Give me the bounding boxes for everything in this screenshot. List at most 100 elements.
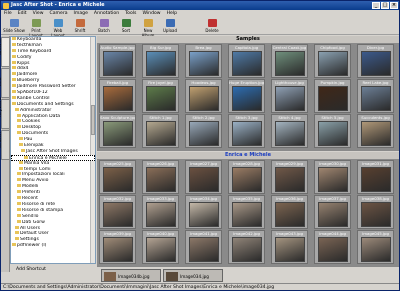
menu-edit[interactable]: Edit [15, 10, 30, 17]
delete-button[interactable]: Delete [201, 18, 223, 34]
tab-keyword[interactable]: Keyword [0, 97, 10, 129]
tree-item-label: pdfViewer (l) [17, 243, 47, 249]
album-thumbnail[interactable]: Image037.jpg [314, 195, 351, 229]
album-thumbnail[interactable]: Image035.jpg [228, 195, 265, 229]
print-layout-button[interactable]: Print Layout [25, 18, 47, 38]
album-thumbnail[interactable]: Image033.jpg [142, 195, 179, 229]
menu-window[interactable]: Window [139, 10, 163, 17]
album-thumbnail[interactable]: Image030.jpg [314, 160, 351, 194]
tab-browse[interactable]: Browse [0, 37, 10, 67]
thumbnail-caption: Diver.jpg [366, 45, 385, 50]
album-thumbnail[interactable]: Image039.jpg [99, 230, 136, 264]
preview-item[interactable]: Image034.jpg [163, 269, 223, 282]
album-thumbnail[interactable]: Image029.jpg [271, 160, 308, 194]
tree-item-label: Modelli [22, 184, 39, 190]
thumbnail-caption: Stitch 1.jpg [149, 115, 172, 120]
samples-thumbnail[interactable]: Audio Sample.jpg [99, 44, 136, 78]
samples-thumbnail[interactable]: Stitch 1.jpg [142, 114, 179, 148]
shrift-button[interactable]: Shrift [69, 18, 91, 34]
album-thumbnail[interactable]: Image045.jpg [357, 230, 394, 264]
menu-annotation[interactable]: Annotation [91, 10, 122, 17]
menu-view[interactable]: View [30, 10, 47, 17]
tree-item[interactable]: pdfViewer (l) [11, 243, 95, 249]
new-album-button[interactable]: New Album [137, 18, 159, 38]
upload-button[interactable]: Upload [159, 18, 181, 34]
samples-thumbnail[interactable]: Stitch 2.jpg [185, 114, 222, 148]
add-shortcut-button[interactable]: Add Shortcut [10, 267, 96, 273]
thumbnail-image [232, 167, 262, 192]
folder-icon [17, 213, 21, 217]
samples-thumbnail[interactable]: Huge Eruption.jpg [228, 79, 265, 113]
samples-thumbnail[interactable]: Hoodeos.jpg [185, 79, 222, 113]
album-thumbnail[interactable]: Image028.jpg [228, 160, 265, 194]
album-thumbnail[interactable]: Image038.jpg [357, 195, 394, 229]
samples-thumbnail[interactable]: Reel Lake.jpg [357, 79, 394, 113]
app-window: Jasc After Shot - Enrica e Michele _ □ ×… [0, 0, 400, 291]
maximize-icon[interactable]: □ [381, 2, 389, 9]
album-thumbnail[interactable]: Image040.jpg [142, 230, 179, 264]
menu-help[interactable]: Help [164, 10, 180, 17]
folder-icon [12, 95, 16, 99]
folder-icon [17, 131, 21, 135]
batch-button[interactable]: Batch [93, 18, 115, 34]
thumbnail-caption: Image033.jpg [147, 196, 174, 201]
folder-icon [15, 225, 19, 229]
thumbnail-image [361, 202, 391, 227]
samples-thumbnail[interactable]: Brea.jpg [185, 44, 222, 78]
sort-button[interactable]: Sort [115, 18, 137, 34]
tree-item-label: Administrator [20, 107, 52, 113]
menu-tools[interactable]: Tools [122, 10, 139, 17]
folder-icon [12, 101, 16, 105]
samples-thumbnail[interactable]: Big Sur.jpg [142, 44, 179, 78]
thumbnail-image [189, 237, 219, 262]
album-thumbnail[interactable]: Image031.jpg [357, 160, 394, 194]
album-thumbnail[interactable]: Image032.jpg [99, 195, 136, 229]
menu-file[interactable]: File [1, 10, 15, 17]
tab-search[interactable]: Search [0, 130, 10, 160]
thumbnail-caption: Audio Sample.jpg [100, 45, 135, 50]
samples-thumbnail[interactable]: Fire Joyel.jpg [142, 79, 179, 113]
preview-item[interactable]: Image034b.jpg [101, 269, 161, 282]
folder-icon [12, 37, 16, 40]
album-thumbnail[interactable]: Image044.jpg [314, 230, 351, 264]
close-icon[interactable]: × [390, 2, 398, 9]
sort-icon [121, 19, 131, 27]
samples-thumbnail[interactable]: Capitola.jpg [228, 44, 265, 78]
tree-item-label: SpAbof10F12 [17, 90, 48, 96]
tree-item-label: Jaidmore Password Setter [17, 84, 76, 90]
album-thumbnail[interactable]: Image026.jpg [142, 160, 179, 194]
samples-thumbnail[interactable]: Stitch 4.jpg [271, 114, 308, 148]
menu-camera[interactable]: Camera [47, 10, 71, 17]
minimize-icon[interactable]: _ [372, 2, 380, 9]
samples-thumbnail[interactable]: Pumpkin.jpg [314, 79, 351, 113]
folder-tree[interactable]: Keyboarda tecthkman Time Keyboard Codify Kip… [10, 36, 96, 264]
album-thumbnail[interactable]: Image025.jpg [99, 160, 136, 194]
samples-thumbnail[interactable]: Fireball.jpg [99, 79, 136, 113]
tree-item-label: Settings [20, 237, 39, 243]
folder-icon [21, 148, 25, 152]
samples-thumbnail[interactable]: Succulents.jpg [357, 114, 394, 148]
album-thumbnail[interactable]: Image042.jpg [228, 230, 265, 264]
samples-thumbnail[interactable]: Central Coast.jpg [271, 44, 308, 78]
samples-thumbnail[interactable]: Lighthouse.jpg [271, 79, 308, 113]
web-layout-button[interactable]: Web Layout [47, 18, 69, 38]
thumbnail-caption: Image028.jpg [233, 161, 260, 166]
folder-icon [19, 160, 23, 164]
samples-thumbnail[interactable]: Diver.jpg [357, 44, 394, 78]
album-thumbnail[interactable]: Image027.jpg [185, 160, 222, 194]
thumbnail-caption: Saxo Sculpture.jpg [100, 115, 135, 120]
menu-image[interactable]: Image [71, 10, 91, 17]
tree-item-label: Preferiti [22, 190, 40, 196]
samples-thumbnail[interactable]: Stitch 3.jpg [228, 114, 265, 148]
samples-thumbnail[interactable]: Stitch 5.jpg [314, 114, 351, 148]
album-thumbnail[interactable]: Image036.jpg [271, 195, 308, 229]
samples-thumbnail[interactable]: Chipfood.jpg [314, 44, 351, 78]
album-thumbnail[interactable]: Image043.jpg [271, 230, 308, 264]
album-thumbnail[interactable]: Image041.jpg [185, 230, 222, 264]
thumbnail-image [189, 167, 219, 192]
thumbnail-image [103, 51, 133, 76]
slide-show-button[interactable]: Slide Show [3, 18, 25, 34]
samples-thumbnail[interactable]: Saxo Sculpture.jpg [99, 114, 136, 148]
tab-info[interactable]: Info [0, 68, 10, 98]
album-thumbnail[interactable]: Image034.jpg [185, 195, 222, 229]
